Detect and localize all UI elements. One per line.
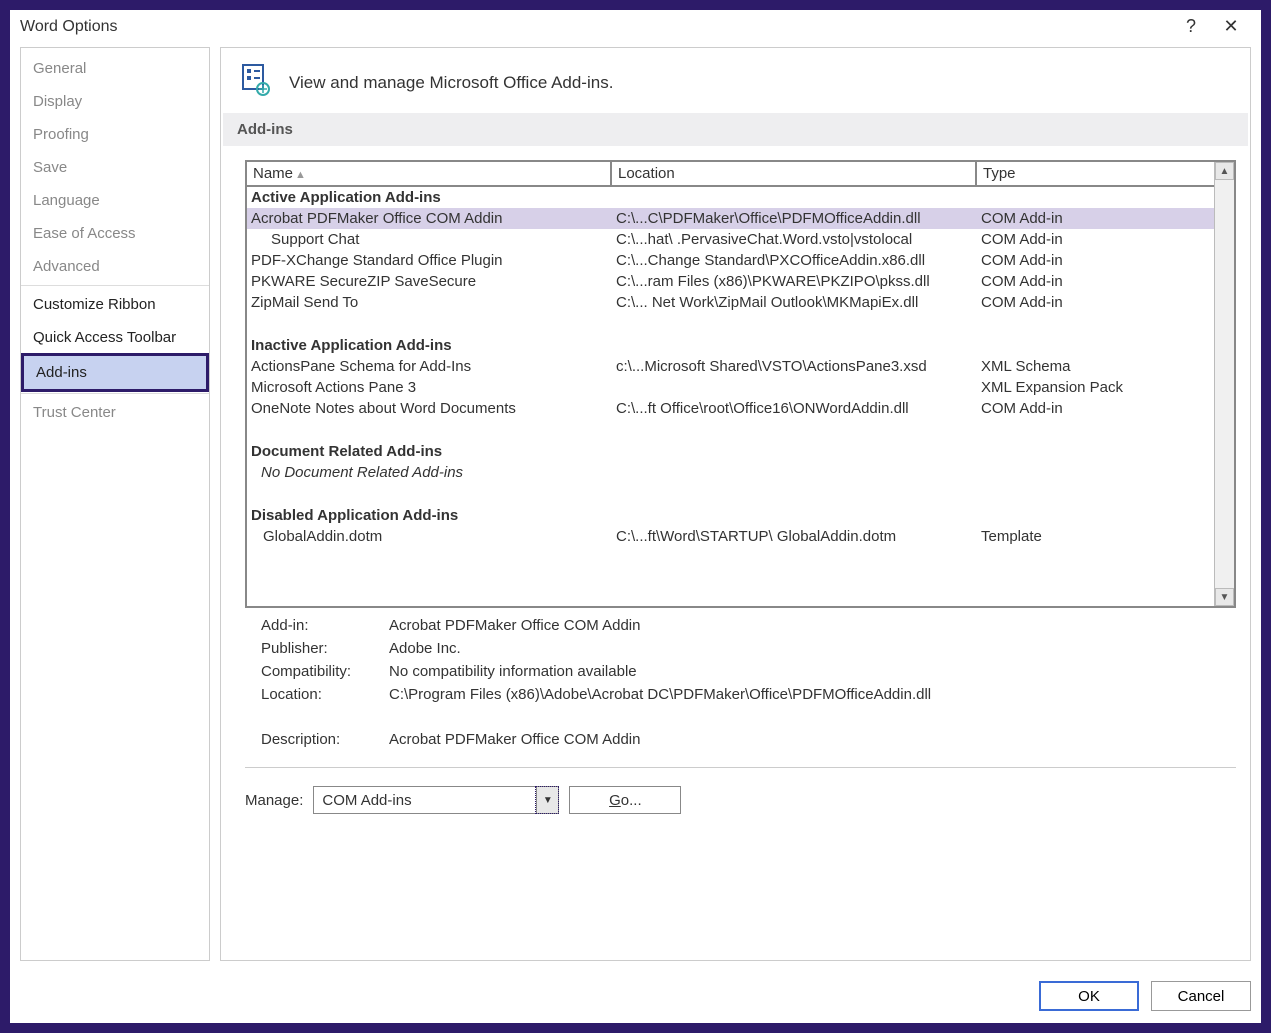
detail-desc-label: Description: (261, 731, 389, 748)
main-panel: View and manage Microsoft Office Add-ins… (220, 47, 1251, 961)
group-document: Document Related Add-ins (247, 441, 1214, 462)
detail-desc-value: Acrobat PDFMaker Office COM Addin (389, 731, 640, 748)
addins-section-title: Add-ins (223, 113, 1248, 146)
spacer (247, 483, 1214, 505)
detail-publisher-label: Publisher: (261, 640, 389, 657)
table-row[interactable]: ZipMail Send To C:\... Net Work\ZipMail … (247, 292, 1214, 313)
group-active: Active Application Add-ins (247, 187, 1214, 208)
detail-compat-value: No compatibility information available (389, 663, 637, 680)
table-row[interactable]: OneNote Notes about Word Documents C:\..… (247, 398, 1214, 419)
sidebar-item-language[interactable]: Language (21, 184, 209, 217)
detail-location-value: C:\Program Files (x86)\Adobe\Acrobat DC\… (389, 686, 931, 703)
body-area: General Display Proofing Save Language E… (10, 47, 1261, 971)
manage-combo[interactable]: COM Add-ins ▼ (313, 786, 559, 814)
dialog-footer: OK Cancel (10, 971, 1261, 1023)
spacer (247, 313, 1214, 335)
manage-row: Manage: COM Add-ins ▼ Go... (245, 767, 1236, 832)
sidebar-item-quick-access-toolbar[interactable]: Quick Access Toolbar (21, 321, 209, 354)
sidebar-item-save[interactable]: Save (21, 151, 209, 184)
table-row[interactable]: Support Chat C:\...hat\ .PervasiveChat.W… (247, 229, 1214, 250)
table-row[interactable]: PKWARE SecureZIP SaveSecure C:\...ram Fi… (247, 271, 1214, 292)
table-row[interactable]: Acrobat PDFMaker Office COM Addin C:\...… (247, 208, 1214, 229)
table-header: Name▲ Location Type (247, 162, 1214, 187)
table-row[interactable]: GlobalAddin.dotm C:\...ft\Word\STARTUP\ … (247, 526, 1214, 548)
scroll-up-icon[interactable]: ▲ (1215, 162, 1234, 180)
sidebar-item-advanced[interactable]: Advanced (21, 250, 209, 283)
chevron-down-icon[interactable]: ▼ (536, 787, 558, 813)
ok-button[interactable]: OK (1039, 981, 1139, 1011)
detail-compat-label: Compatibility: (261, 663, 389, 680)
panel-header: View and manage Microsoft Office Add-ins… (221, 48, 1250, 113)
window-title: Word Options (20, 18, 1171, 36)
addins-table: Name▲ Location Type Active Application A… (245, 160, 1236, 608)
sidebar-item-trust-center[interactable]: Trust Center (21, 396, 209, 429)
word-options-dialog: Word Options ? ✕ General Display Proofin… (10, 10, 1261, 1023)
titlebar: Word Options ? ✕ (10, 10, 1261, 47)
detail-publisher-value: Adobe Inc. (389, 640, 461, 657)
col-location[interactable]: Location (612, 162, 977, 185)
scroll-down-icon[interactable]: ▼ (1215, 588, 1234, 606)
sidebar-item-display[interactable]: Display (21, 85, 209, 118)
detail-addin-value: Acrobat PDFMaker Office COM Addin (389, 617, 640, 634)
table-row[interactable]: PDF-XChange Standard Office Plugin C:\..… (247, 250, 1214, 271)
sidebar-item-add-ins[interactable]: Add-ins (21, 353, 209, 392)
detail-location-label: Location: (261, 686, 389, 703)
sidebar-item-proofing[interactable]: Proofing (21, 118, 209, 151)
col-name[interactable]: Name▲ (247, 162, 612, 185)
go-button[interactable]: Go... (569, 786, 681, 814)
group-inactive: Inactive Application Add-ins (247, 335, 1214, 356)
group-disabled: Disabled Application Add-ins (247, 505, 1214, 526)
sidebar-separator (21, 285, 209, 286)
sort-asc-icon: ▲ (295, 169, 306, 181)
panel-title: View and manage Microsoft Office Add-ins… (289, 73, 613, 93)
help-icon[interactable]: ? (1171, 16, 1211, 37)
no-document-addins: No Document Related Add-ins (247, 462, 1214, 483)
sidebar: General Display Proofing Save Language E… (20, 47, 210, 961)
close-icon[interactable]: ✕ (1211, 16, 1251, 37)
addins-icon (239, 62, 275, 103)
col-type[interactable]: Type (977, 162, 1214, 185)
manage-label: Manage: (245, 792, 303, 809)
col-name-label: Name (253, 165, 293, 182)
detail-addin-label: Add-in: (261, 617, 389, 634)
scrollbar[interactable]: ▲ ▼ (1214, 162, 1234, 606)
table-row[interactable]: ActionsPane Schema for Add-Ins c:\...Mic… (247, 356, 1214, 377)
sidebar-item-ease-of-access[interactable]: Ease of Access (21, 217, 209, 250)
sidebar-item-customize-ribbon[interactable]: Customize Ribbon (21, 288, 209, 321)
addin-details: Add-in:Acrobat PDFMaker Office COM Addin… (221, 608, 1250, 753)
cancel-button[interactable]: Cancel (1151, 981, 1251, 1011)
manage-selected: COM Add-ins (322, 792, 411, 809)
sidebar-separator (21, 393, 209, 394)
table-row[interactable]: Microsoft Actions Pane 3 XML Expansion P… (247, 377, 1214, 398)
table-rows: Active Application Add-ins Acrobat PDFMa… (247, 187, 1214, 606)
spacer (247, 419, 1214, 441)
sidebar-item-general[interactable]: General (21, 52, 209, 85)
